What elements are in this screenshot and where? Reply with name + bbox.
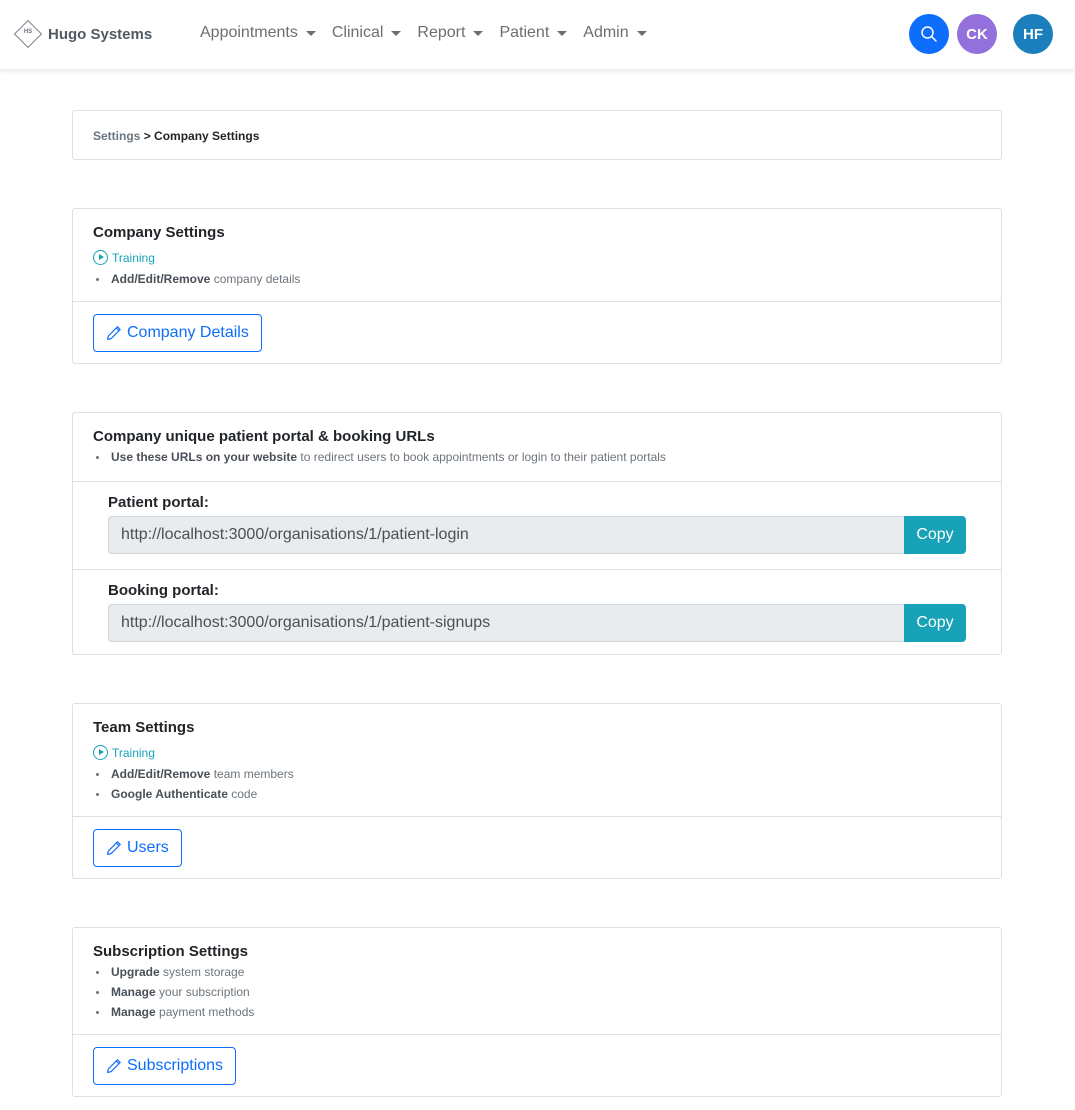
brand-link[interactable]: HS Hugo Systems bbox=[12, 18, 152, 50]
booking-portal-section: Booking portal: Copy bbox=[73, 570, 1001, 657]
list-item: Manage your subscription bbox=[93, 982, 981, 1002]
team-training-link[interactable]: Training bbox=[93, 745, 981, 760]
breadcrumb: Settings > Company Settings bbox=[72, 110, 1002, 160]
button-label: Company Details bbox=[127, 324, 249, 341]
brand-logo-icon: HS bbox=[12, 18, 44, 50]
users-button[interactable]: Users bbox=[93, 829, 182, 867]
patient-portal-url-input[interactable] bbox=[108, 516, 904, 554]
pencil-icon bbox=[107, 326, 121, 340]
pencil-icon bbox=[107, 841, 121, 855]
menu-appointments[interactable]: Appointments bbox=[200, 24, 316, 42]
menu-label: Admin bbox=[583, 24, 629, 41]
play-circle-icon bbox=[93, 250, 108, 265]
copy-booking-portal-button[interactable]: Copy bbox=[904, 604, 966, 642]
user-avatar-ck[interactable]: CK bbox=[957, 14, 997, 54]
menu-admin[interactable]: Admin bbox=[583, 24, 647, 42]
subscription-settings-title: Subscription Settings bbox=[93, 943, 249, 960]
caret-down-icon bbox=[636, 30, 647, 36]
list-item: Add/Edit/Remove team members bbox=[93, 764, 981, 784]
copy-patient-portal-button[interactable]: Copy bbox=[904, 516, 966, 554]
pencil-icon bbox=[107, 1059, 121, 1073]
brand-name: Hugo Systems bbox=[48, 25, 153, 43]
play-circle-icon bbox=[93, 745, 108, 760]
user-avatar-hf[interactable]: HF bbox=[1013, 14, 1053, 54]
subscriptions-button[interactable]: Subscriptions bbox=[93, 1047, 237, 1085]
caret-down-icon bbox=[305, 30, 316, 36]
menu-patient[interactable]: Patient bbox=[499, 24, 568, 42]
button-label: Users bbox=[127, 839, 169, 856]
menu-label: Appointments bbox=[200, 24, 298, 41]
breadcrumb-current: Company Settings bbox=[154, 129, 260, 143]
patient-portal-section: Patient portal: Copy bbox=[73, 482, 1001, 569]
list-item: Manage payment methods bbox=[93, 1002, 981, 1022]
company-details-button[interactable]: Company Details bbox=[93, 314, 262, 352]
menu-label: Patient bbox=[499, 24, 550, 41]
list-item: Add/Edit/Remove company details bbox=[93, 269, 981, 289]
main-menu: Appointments Clinical Report Patient Adm… bbox=[200, 24, 663, 42]
button-label: Subscriptions bbox=[127, 1057, 224, 1074]
caret-down-icon bbox=[473, 30, 484, 36]
subscription-settings-card: Subscription Settings Upgrade system sto… bbox=[72, 927, 1002, 1097]
list-item: Upgrade system storage bbox=[93, 962, 981, 982]
menu-clinical[interactable]: Clinical bbox=[332, 24, 402, 42]
company-settings-card: Company Settings Training Add/Edit/Remov… bbox=[72, 208, 1002, 364]
menu-label: Report bbox=[417, 24, 466, 41]
team-settings-title: Team Settings bbox=[93, 719, 195, 736]
list-item: Use these URLs on your website to redire… bbox=[93, 447, 981, 467]
team-settings-card: Team Settings Training Add/Edit/Remove t… bbox=[72, 703, 1002, 879]
menu-label: Clinical bbox=[331, 24, 384, 41]
portal-urls-card: Company unique patient portal & booking … bbox=[72, 412, 1002, 655]
patient-portal-label: Patient portal: bbox=[108, 494, 209, 511]
caret-down-icon bbox=[557, 30, 568, 36]
search-button[interactable] bbox=[909, 14, 949, 54]
company-settings-title: Company Settings bbox=[93, 224, 225, 241]
breadcrumb-settings-link[interactable]: Settings bbox=[93, 129, 140, 143]
search-icon bbox=[921, 26, 937, 42]
top-navbar: HS Hugo Systems Appointments Clinical Re… bbox=[0, 0, 1075, 70]
list-item: Google Authenticate code bbox=[93, 784, 981, 804]
booking-portal-label: Booking portal: bbox=[108, 582, 219, 599]
menu-report[interactable]: Report bbox=[417, 24, 484, 42]
training-label: Training bbox=[112, 745, 155, 760]
breadcrumb-separator: > bbox=[143, 129, 151, 143]
caret-down-icon bbox=[391, 30, 402, 36]
booking-portal-url-input[interactable] bbox=[108, 604, 904, 642]
portal-urls-title: Company unique patient portal & booking … bbox=[93, 428, 435, 445]
training-label: Training bbox=[112, 250, 155, 265]
company-training-link[interactable]: Training bbox=[93, 250, 981, 265]
